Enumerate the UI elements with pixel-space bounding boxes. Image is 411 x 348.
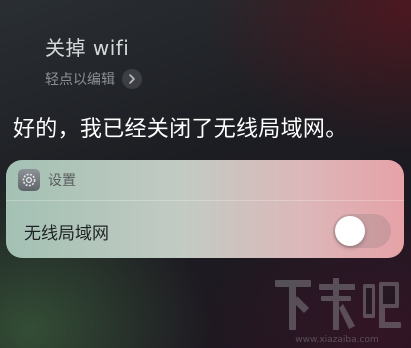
siri-query-text[interactable]: 关掉 wifi [45,32,129,61]
wifi-toggle-switch[interactable] [333,214,391,248]
tap-to-edit-hint[interactable]: 轻点以编辑 [45,68,142,90]
card-header: 设置 [6,160,404,200]
tap-to-edit-label: 轻点以编辑 [45,72,115,88]
toggle-knob[interactable] [335,216,365,246]
siri-response-text: 好的，我已经关闭了无线局域网。 [13,117,348,142]
wifi-setting-row: 无线局域网 [6,201,404,258]
card-app-name: 设置 [48,173,76,189]
xiazaiba-watermark-logo: www.xiazaiba.com [275,278,401,345]
watermark-url: www.xiazaiba.com [295,335,379,345]
settings-result-card[interactable]: 设置 无线局域网 [6,160,404,258]
wifi-setting-label: 无线局域网 [24,224,109,244]
settings-gear-icon [18,169,40,191]
chevron-right-icon[interactable] [122,69,142,89]
